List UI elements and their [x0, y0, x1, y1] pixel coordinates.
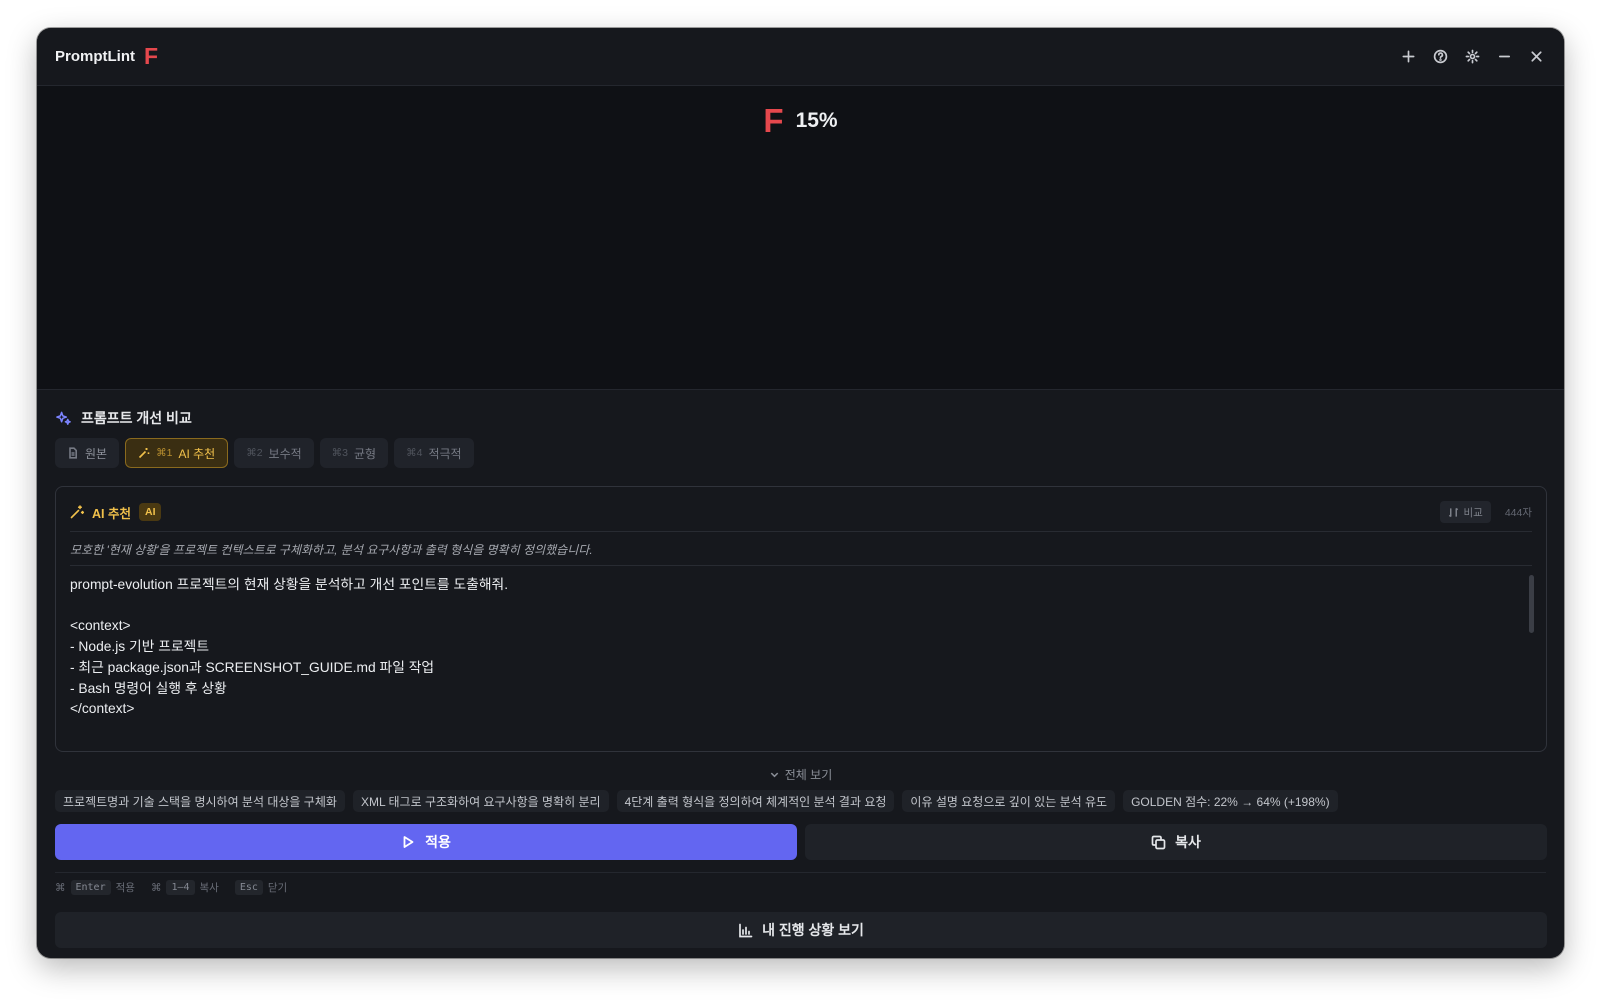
tab-balanced[interactable]: ⌘3 균형	[319, 438, 389, 468]
divider	[70, 565, 1532, 566]
help-icon[interactable]	[1431, 47, 1450, 66]
copy-button[interactable]: 복사	[805, 824, 1547, 860]
improvement-chips: 프로젝트명과 기술 스택을 명시하여 분석 대상을 구체화 XML 태그로 구조…	[55, 790, 1338, 812]
shortcut-key: Esc	[234, 880, 263, 895]
tab-conservative[interactable]: ⌘2 보수적	[234, 438, 314, 468]
tab-shortcut: ⌘2	[246, 447, 263, 459]
titlebar: PromptLint F	[37, 28, 1564, 86]
shortcut-copy: ⌘ 1–4 복사	[151, 880, 219, 895]
shortcut-hints: ⌘ Enter 적용 ⌘ 1–4 복사 Esc 닫기	[55, 880, 287, 895]
divider	[70, 531, 1532, 532]
tab-label: 원본	[85, 446, 108, 461]
shortcut-label: 적용	[115, 882, 135, 894]
tab-aggressive[interactable]: ⌘4 적극적	[394, 438, 474, 468]
wand-icon	[139, 448, 150, 459]
improvement-chip: 프로젝트명과 기술 스택을 명시하여 분석 대상을 구체화	[55, 790, 345, 812]
apply-button[interactable]: 적용	[55, 824, 797, 860]
app-title: PromptLint	[55, 48, 135, 65]
card-title: AI 추천	[92, 506, 131, 521]
score-percent: 15%	[795, 108, 838, 132]
copy-label: 복사	[1175, 834, 1201, 850]
compare-button[interactable]: 비교	[1440, 501, 1491, 523]
tab-shortcut: ⌘1	[156, 447, 173, 459]
score-change-chip: GOLDEN 점수: 22% → 64% (+198%)	[1123, 790, 1338, 812]
score-grade: F	[763, 102, 784, 139]
tab-shortcut: ⌘4	[406, 447, 423, 459]
suggestion-card: AI 추천 AI 비교 444자 모호한 '현재 상황'을 프로젝트 컨텍스트로…	[55, 486, 1547, 752]
expand-label: 전체 보기	[784, 768, 833, 782]
view-progress-button[interactable]: 내 진행 상황 보기	[55, 912, 1547, 948]
shortcut-apply: ⌘ Enter 적용	[55, 880, 135, 895]
apply-label: 적용	[425, 834, 451, 850]
shortcut-modifier: ⌘	[55, 881, 66, 894]
app-window: PromptLint F F 15% 프롬프트 개선 비교 원본 ⌘1 AI 추…	[37, 28, 1564, 958]
score-panel: F 15%	[37, 86, 1564, 390]
shortcut-close: Esc 닫기	[234, 880, 288, 895]
chevron-down-icon	[770, 772, 779, 778]
improvement-note: 모호한 '현재 상황'을 프로젝트 컨텍스트로 구체화하고, 분석 요구사항과 …	[70, 543, 593, 557]
prompt-comparison-section: 프롬프트 개선 비교 원본 ⌘1 AI 추천 ⌘2 보수적 ⌘3 균형 ⌘4 적…	[37, 390, 1564, 958]
copy-icon	[1151, 835, 1166, 849]
section-title: 프롬프트 개선 비교	[81, 410, 192, 426]
play-icon	[403, 836, 414, 848]
tab-original[interactable]: 원본	[55, 438, 120, 468]
shortcut-key: 1–4	[166, 880, 195, 895]
document-icon	[69, 447, 77, 459]
tab-label: 보수적	[268, 446, 302, 461]
compare-label: 비교	[1463, 506, 1483, 519]
improvement-chip: 4단계 출력 형식을 정의하여 체계적인 분석 결과 요청	[616, 790, 895, 812]
progress-label: 내 진행 상황 보기	[762, 922, 864, 938]
sparkles-icon	[56, 411, 71, 425]
gear-icon[interactable]	[1463, 47, 1482, 66]
tab-label: 적극적	[428, 446, 462, 461]
shortcut-label: 닫기	[267, 882, 288, 894]
tab-label: AI 추천	[178, 446, 216, 461]
shortcut-label: 복사	[199, 882, 219, 894]
tab-shortcut: ⌘3	[331, 447, 349, 459]
improved-prompt-text[interactable]: prompt-evolution 프로젝트의 현재 상황을 분석하고 개선 포인…	[70, 575, 1516, 720]
score-display: F 15%	[37, 104, 1564, 137]
tab-label: 균형	[354, 446, 377, 461]
title-grade-badge: F	[144, 43, 159, 69]
improvement-chip: XML 태그로 구조화하여 요구사항을 명확히 분리	[352, 790, 609, 812]
close-icon[interactable]	[1527, 47, 1546, 66]
tab-ai-recommend[interactable]: ⌘1 AI 추천	[125, 438, 229, 468]
card-header-right: 비교 444자	[1440, 501, 1532, 523]
minimize-icon[interactable]	[1495, 47, 1514, 66]
bar-chart-icon	[739, 923, 753, 937]
expand-all-toggle[interactable]: 전체 보기	[37, 766, 1564, 783]
variant-tabs: 원본 ⌘1 AI 추천 ⌘2 보수적 ⌘3 균형 ⌘4 적극적	[55, 438, 474, 468]
ai-badge: AI	[138, 503, 162, 521]
improvement-chip: 이유 설명 요청으로 깊이 있는 분석 유도	[902, 790, 1116, 812]
titlebar-actions	[1399, 47, 1546, 66]
shortcut-key: Enter	[70, 880, 111, 895]
compare-icon	[1449, 507, 1459, 517]
plus-icon[interactable]	[1399, 47, 1418, 66]
scrollbar-thumb[interactable]	[1529, 575, 1534, 633]
section-header: 프롬프트 개선 비교	[55, 408, 192, 428]
char-count: 444자	[1504, 506, 1532, 519]
shortcut-modifier: ⌘	[150, 881, 162, 894]
card-header: AI 추천 AI 비교 444자	[70, 499, 1532, 525]
divider	[55, 872, 1546, 873]
wand-icon	[70, 505, 84, 519]
